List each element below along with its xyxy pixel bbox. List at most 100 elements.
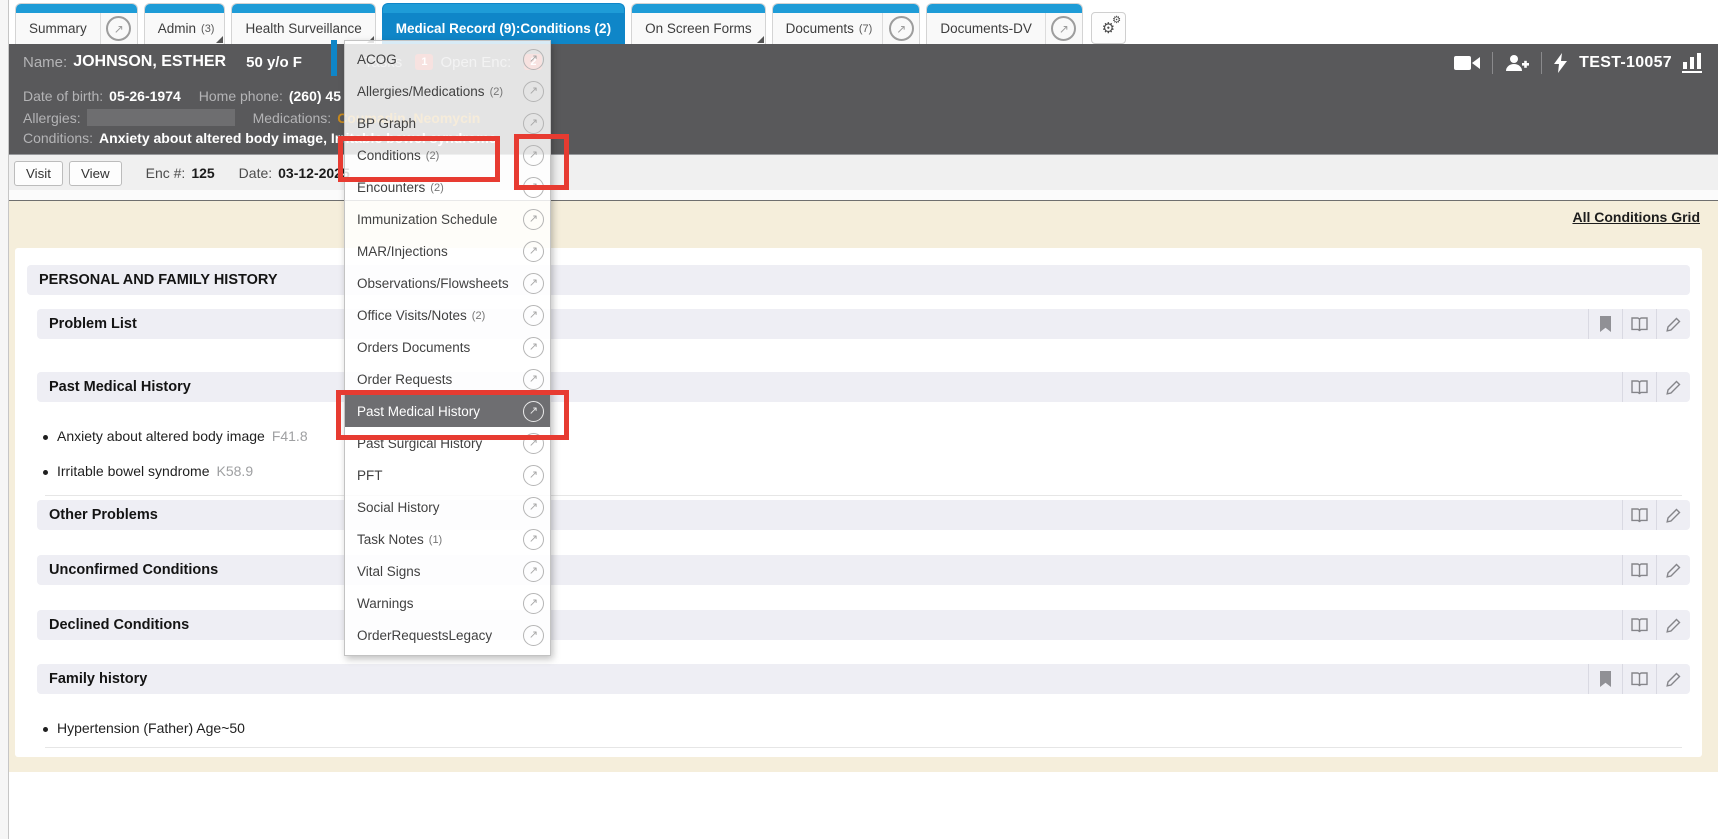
section-declined-conditions[interactable]: Declined Conditions (37, 610, 1690, 640)
chart-icon[interactable] (1682, 53, 1702, 73)
popout-arrow-icon[interactable] (523, 145, 544, 166)
medical-record-dropdown-menu: ACOG Allergies/Medications(2) BP Graph C… (344, 40, 551, 656)
menu-item-past-medical-history[interactable]: Past Medical History (345, 395, 550, 427)
popout-arrow-icon[interactable] (523, 177, 544, 198)
edit-pencil-icon[interactable] (1656, 372, 1690, 402)
tab-accent-stripe (232, 4, 374, 13)
popout-arrow-icon[interactable] (523, 305, 544, 326)
book-icon[interactable] (1622, 309, 1656, 339)
menu-item-vital-signs[interactable]: Vital Signs (345, 555, 550, 587)
menu-item-count: (2) (472, 310, 485, 322)
tab-health-surveillance[interactable]: Health Surveillance (231, 3, 375, 44)
all-conditions-grid-link[interactable]: All Conditions Grid (1572, 209, 1700, 225)
popout-arrow-icon[interactable] (523, 529, 544, 550)
dropdown-corner-icon (757, 36, 764, 43)
menu-item-task-notes[interactable]: Task Notes(1) (345, 523, 550, 555)
popout-arrow-icon[interactable] (523, 241, 544, 262)
menu-item-label: Past Surgical History (357, 436, 482, 451)
book-icon[interactable] (1622, 610, 1656, 640)
section-other-problems[interactable]: Other Problems (37, 500, 1690, 530)
gears-icon (1102, 21, 1115, 36)
menu-item-allergies-medications[interactable]: Allergies/Medications(2) (345, 75, 550, 107)
popout-arrow-icon[interactable] (523, 273, 544, 294)
popout-arrow-icon[interactable] (523, 465, 544, 486)
popout-arrow-icon[interactable] (523, 113, 544, 134)
menu-item-immunization-schedule[interactable]: Immunization Schedule (345, 203, 550, 235)
popout-arrow-icon[interactable] (523, 497, 544, 518)
menu-item-pft[interactable]: PFT (345, 459, 550, 491)
book-icon[interactable] (1622, 664, 1656, 694)
popout-arrow-icon[interactable] (523, 625, 544, 646)
tab-accent-stripe (927, 4, 1082, 13)
tab-popout-button[interactable] (882, 13, 919, 44)
add-person-icon[interactable] (1505, 54, 1529, 72)
tab-popout-button[interactable] (100, 13, 137, 44)
pmh-item-text: Irritable bowel syndrome (57, 463, 210, 479)
home-phone-value: (260) 45 (289, 88, 341, 104)
popout-arrow-icon[interactable] (523, 49, 544, 70)
popout-arrow-icon[interactable] (523, 433, 544, 454)
menu-item-orderrequestslegacy[interactable]: OrderRequestsLegacy (345, 619, 550, 651)
section-title: Declined Conditions (37, 617, 189, 633)
tab-admin[interactable]: Admin (3) (144, 3, 226, 44)
patient-banner: Name: JOHNSON, ESTHER 50 y/o F Tasks 1 O… (9, 44, 1718, 154)
popout-arrow-icon[interactable] (523, 81, 544, 102)
popout-arrow-icon[interactable] (523, 209, 544, 230)
popout-arrow-icon[interactable] (523, 401, 544, 422)
tab-medical-record-active[interactable]: Medical Record (9):Conditions (2) (382, 3, 625, 44)
tab-accent-stripe (773, 4, 920, 13)
family-history-item-text: Hypertension (Father) Age~50 (57, 720, 245, 736)
active-tab-edge (331, 40, 337, 76)
section-problem-list[interactable]: Problem List (37, 309, 1690, 339)
bookmark-icon[interactable] (1588, 309, 1622, 339)
book-icon[interactable] (1622, 500, 1656, 530)
menu-item-acog[interactable]: ACOG (345, 43, 550, 75)
menu-item-warnings[interactable]: Warnings (345, 587, 550, 619)
menu-item-office-visits-notes[interactable]: Office Visits/Notes(2) (345, 299, 550, 331)
book-icon[interactable] (1622, 555, 1656, 585)
tab-documents[interactable]: Documents (7) (772, 3, 921, 44)
family-history-item: Hypertension (Father) Age~50 (57, 720, 245, 736)
edit-pencil-icon[interactable] (1656, 664, 1690, 694)
menu-item-social-history[interactable]: Social History (345, 491, 550, 523)
edit-pencil-icon[interactable] (1656, 610, 1690, 640)
section-family-history[interactable]: Family history (37, 664, 1690, 694)
popout-arrow-icon[interactable] (523, 369, 544, 390)
tab-on-screen-forms[interactable]: On Screen Forms (631, 3, 766, 44)
menu-item-encounters[interactable]: Encounters(2) (345, 171, 550, 203)
section-unconfirmed-conditions[interactable]: Unconfirmed Conditions (37, 555, 1690, 585)
edit-pencil-icon[interactable] (1656, 500, 1690, 530)
collapsed-left-panel[interactable] (0, 0, 9, 839)
edit-pencil-icon[interactable] (1656, 555, 1690, 585)
menu-item-mar-injections[interactable]: MAR/Injections (345, 235, 550, 267)
lightning-icon[interactable] (1554, 53, 1567, 73)
edit-pencil-icon[interactable] (1656, 309, 1690, 339)
tab-documents-dv[interactable]: Documents-DV (926, 3, 1083, 44)
popout-arrow-icon[interactable] (523, 593, 544, 614)
book-icon[interactable] (1622, 372, 1656, 402)
pmh-item: Anxiety about altered body imageF41.8 (57, 428, 308, 444)
popout-arrow-icon[interactable] (523, 337, 544, 358)
menu-item-past-surgical-history[interactable]: Past Surgical History (345, 427, 550, 459)
menu-item-observations-flowsheets[interactable]: Observations/Flowsheets (345, 267, 550, 299)
settings-button[interactable] (1091, 12, 1126, 44)
popout-arrow-icon[interactable] (523, 561, 544, 582)
tab-count: (3) (201, 23, 214, 35)
section-personal-family-history[interactable]: PERSONAL AND FAMILY HISTORY (27, 265, 1690, 295)
menu-item-count: (1) (429, 534, 442, 546)
bookmark-icon[interactable] (1588, 664, 1622, 694)
section-past-medical-history[interactable]: Past Medical History (37, 372, 1690, 402)
video-visit-icon[interactable] (1454, 55, 1480, 71)
tab-label: On Screen Forms (632, 21, 765, 36)
tab-accent-stripe (383, 4, 624, 13)
visit-button[interactable]: Visit (14, 161, 63, 186)
menu-item-bp-graph[interactable]: BP Graph (345, 107, 550, 139)
menu-item-label: Vital Signs (357, 564, 421, 579)
tab-summary[interactable]: Summary (15, 3, 138, 44)
tab-accent-stripe (16, 4, 137, 13)
tab-popout-button[interactable] (1045, 13, 1082, 44)
menu-item-conditions[interactable]: Conditions(2) (345, 139, 550, 171)
menu-item-orders-documents[interactable]: Orders Documents (345, 331, 550, 363)
menu-item-order-requests[interactable]: Order Requests (345, 363, 550, 395)
view-button[interactable]: View (69, 161, 122, 186)
